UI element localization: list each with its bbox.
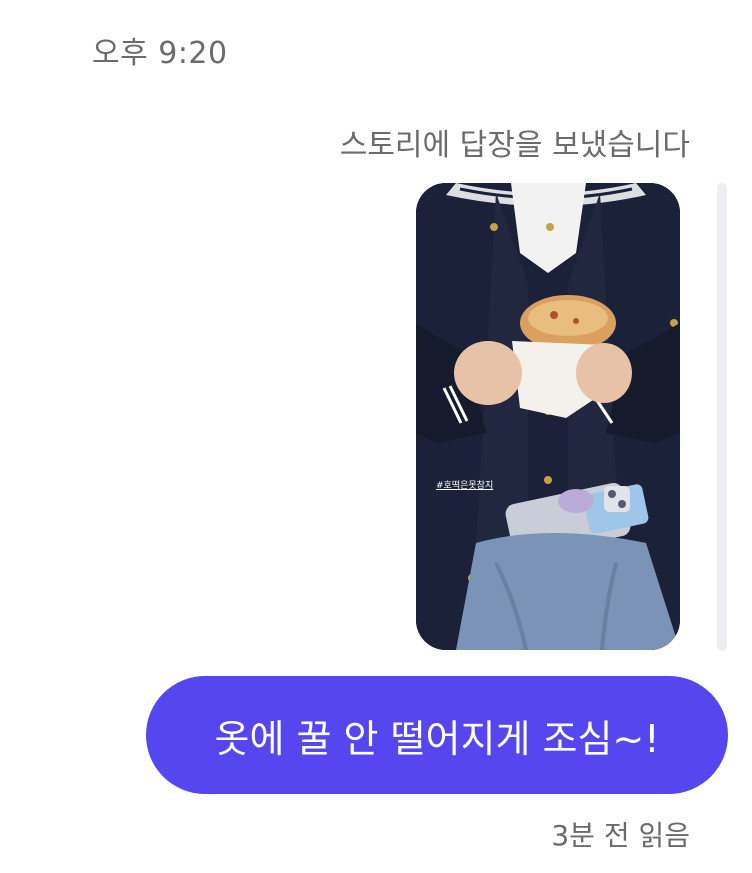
story-reply-label: 스토리에 답장을 보냈습니다 <box>339 128 690 163</box>
scrollbar[interactable] <box>717 183 727 651</box>
story-photo <box>416 183 680 650</box>
story-thumbnail[interactable]: #호떡은못참지 <box>416 183 680 650</box>
read-receipt: 3분 전 읽음 <box>551 819 690 852</box>
message-text: 옷에 꿀 안 떨어지게 조심~! <box>214 716 660 761</box>
sent-message-bubble[interactable]: 옷에 꿀 안 떨어지게 조심~! <box>146 676 728 794</box>
message-timestamp: 오후 9:20 <box>92 36 228 71</box>
story-hashtag: #호떡은못참지 <box>436 481 494 491</box>
